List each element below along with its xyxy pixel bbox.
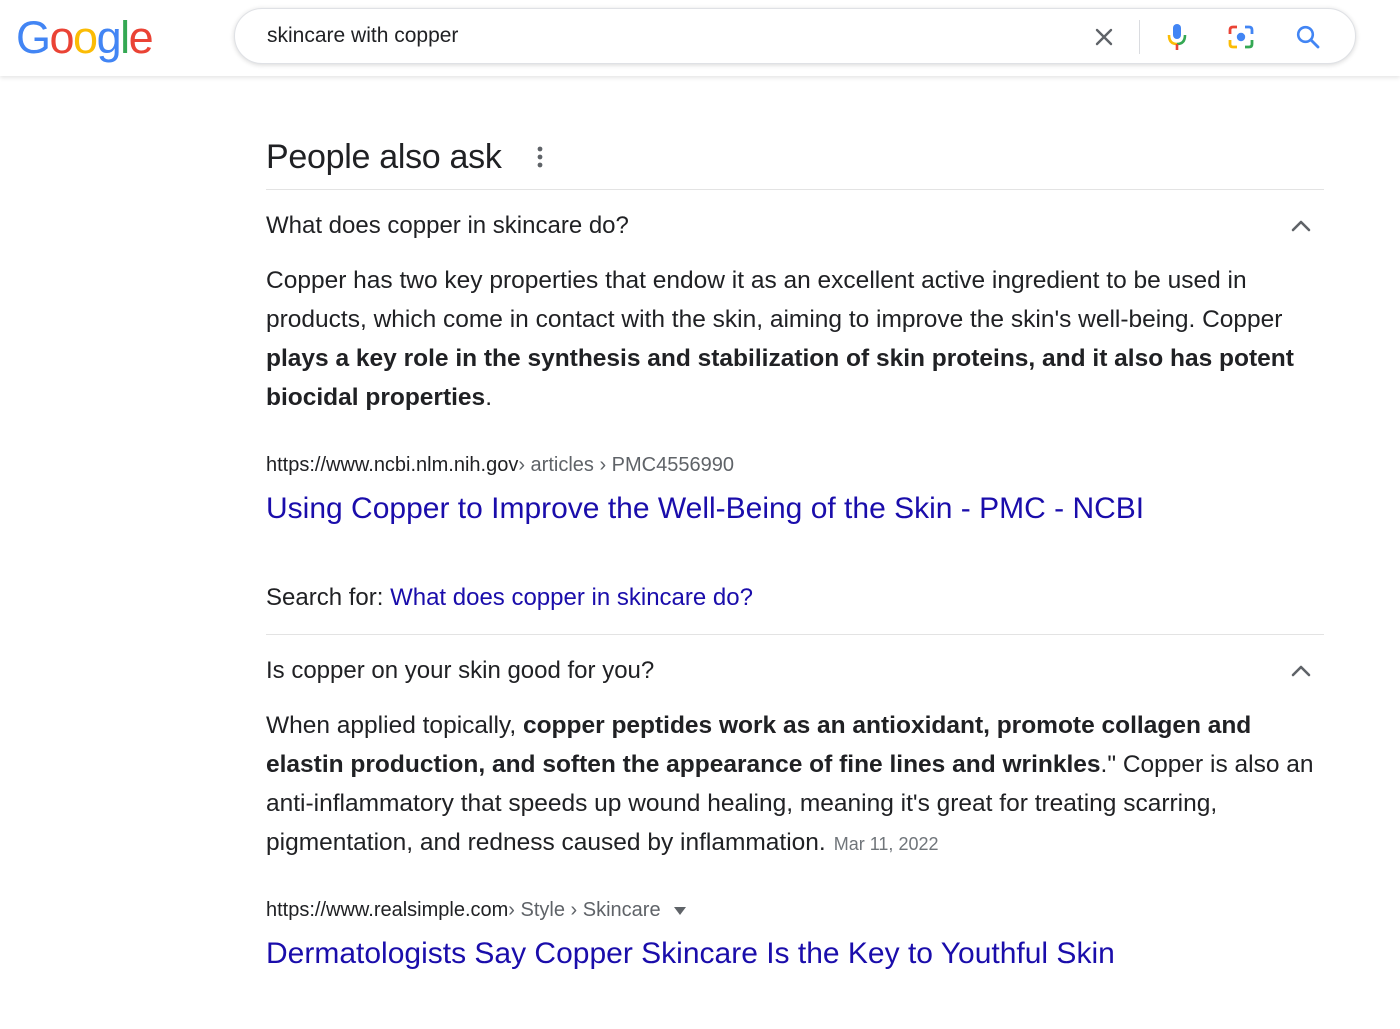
paa-answer-1: Copper has two key properties that endow…: [266, 261, 1324, 417]
cite-breadcrumb: › Style › Skincare: [508, 899, 661, 921]
answer-date: Mar 11, 2022: [833, 834, 939, 854]
cite-breadcrumb: › articles › PMC4556990: [518, 454, 734, 476]
search-for-row: Search for: What does copper in skincare…: [266, 584, 753, 612]
source-cite-1[interactable]: https://www.ncbi.nlm.nih.gov › articles …: [266, 454, 734, 477]
answer-highlight: plays a key role in the synthesis and st…: [266, 345, 1294, 411]
close-icon[interactable]: [1087, 20, 1121, 54]
svg-text:Google: Google: [16, 12, 153, 63]
google-logo[interactable]: Google: [16, 10, 156, 66]
source-cite-2[interactable]: https://www.realsimple.com › Style › Ski…: [266, 899, 687, 922]
search-icon[interactable]: [1291, 20, 1325, 54]
paa-question-1[interactable]: What does copper in skincare do?: [266, 204, 1324, 248]
search-input[interactable]: [267, 9, 1067, 63]
more-options-icon[interactable]: [530, 142, 550, 172]
divider: [266, 634, 1324, 635]
paa-question-2[interactable]: Is copper on your skin good for you?: [266, 649, 1324, 693]
search-header: Google: [0, 0, 1400, 76]
camera-lens-icon[interactable]: [1224, 20, 1258, 54]
chevron-up-icon[interactable]: [1288, 213, 1314, 239]
chevron-up-icon[interactable]: [1288, 658, 1314, 684]
microphone-icon[interactable]: [1160, 20, 1194, 54]
search-for-link[interactable]: What does copper in skincare do?: [390, 584, 753, 611]
question-text: What does copper in skincare do?: [266, 212, 629, 239]
search-box: [234, 8, 1356, 64]
search-box-divider: [1139, 20, 1140, 54]
paa-answer-2: When applied topically, copper peptides …: [266, 706, 1324, 864]
paa-title: People also ask: [266, 137, 502, 176]
paa-header: People also ask: [266, 132, 550, 182]
result-title-link-2[interactable]: Dermatologists Say Copper Skincare Is th…: [266, 937, 1115, 971]
question-text: Is copper on your skin good for you?: [266, 657, 655, 684]
cite-domain: https://www.realsimple.com: [266, 899, 509, 921]
answer-text: .: [485, 384, 492, 411]
answer-text: When applied topically,: [266, 712, 523, 739]
search-for-label: Search for:: [266, 584, 391, 611]
cite-domain: https://www.ncbi.nlm.nih.gov: [266, 454, 519, 476]
divider: [266, 189, 1324, 190]
result-title-link-1[interactable]: Using Copper to Improve the Well-Being o…: [266, 492, 1144, 526]
answer-text: Copper has two key properties that endow…: [266, 267, 1283, 333]
caret-down-icon[interactable]: [673, 904, 687, 918]
